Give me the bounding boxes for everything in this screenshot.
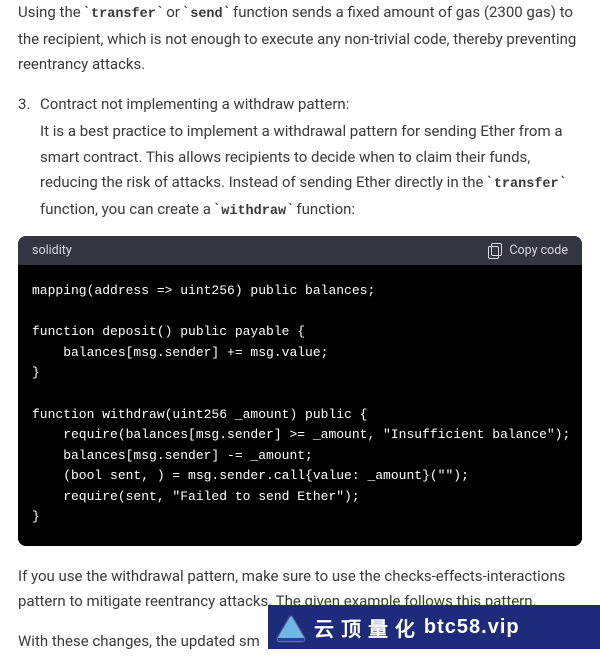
intro-text-1: Using the xyxy=(18,3,84,21)
li-body-text-2: function, you can create a xyxy=(40,200,215,218)
copy-code-label: Copy code xyxy=(509,243,568,258)
clipboard-icon xyxy=(488,243,502,258)
code-content[interactable]: mapping(address => uint256) public balan… xyxy=(18,265,582,545)
list-item: Contract not implementing a withdraw pat… xyxy=(18,92,582,224)
list-item-body: It is a best practice to implement a wit… xyxy=(40,119,582,224)
banner-text: 云 顶 量 化 btc58.vip xyxy=(314,613,520,642)
banner-text-cn: 云 顶 量 化 xyxy=(314,613,416,642)
inline-code-send: send xyxy=(188,7,224,22)
li-body-text-1: It is a best practice to implement a wit… xyxy=(40,122,563,191)
li-body-text-3: function: xyxy=(293,200,355,218)
numbered-list: Contract not implementing a withdraw pat… xyxy=(18,92,582,224)
code-header: solidity Copy code xyxy=(18,236,582,265)
ad-banner[interactable]: 云 顶 量 化 btc58.vip xyxy=(268,605,600,649)
code-block: solidity Copy code mapping(address => ui… xyxy=(18,236,582,545)
triangle-logo-icon xyxy=(278,616,304,638)
intro-paragraph: Using the `transfer` or `send` function … xyxy=(18,0,582,78)
list-item-title: Contract not implementing a withdraw pat… xyxy=(40,92,582,118)
banner-text-latin: btc58.vip xyxy=(424,616,520,639)
inline-code-withdraw: withdraw xyxy=(219,204,288,219)
copy-code-button[interactable]: Copy code xyxy=(488,243,568,258)
code-language-label: solidity xyxy=(32,243,72,258)
intro-text-2: or xyxy=(162,3,183,21)
inline-code-transfer-2: transfer xyxy=(492,177,561,192)
inline-code-transfer: transfer xyxy=(89,7,158,22)
